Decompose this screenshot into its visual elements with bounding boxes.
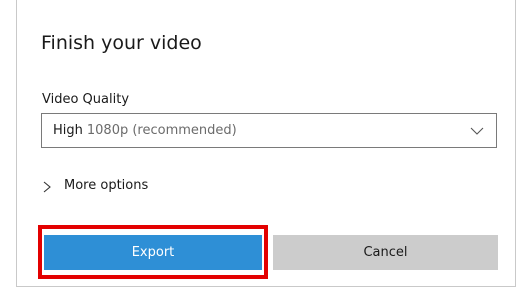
quality-value-sub: 1080p (recommended): [86, 123, 237, 138]
video-quality-label: Video Quality: [42, 92, 130, 107]
dialog-title: Finish your video: [41, 32, 202, 54]
video-quality-value: High 1080p (recommended): [53, 123, 237, 138]
finish-video-dialog: Finish your video Video Quality High 1080…: [16, 0, 516, 287]
chevron-down-icon: [470, 127, 484, 135]
chevron-right-icon: [43, 181, 51, 193]
video-quality-select[interactable]: High 1080p (recommended): [41, 113, 497, 148]
export-button[interactable]: Export: [44, 235, 262, 270]
quality-value-main: High: [53, 123, 83, 138]
cancel-button[interactable]: Cancel: [273, 235, 498, 270]
more-options-label: More options: [64, 178, 149, 193]
